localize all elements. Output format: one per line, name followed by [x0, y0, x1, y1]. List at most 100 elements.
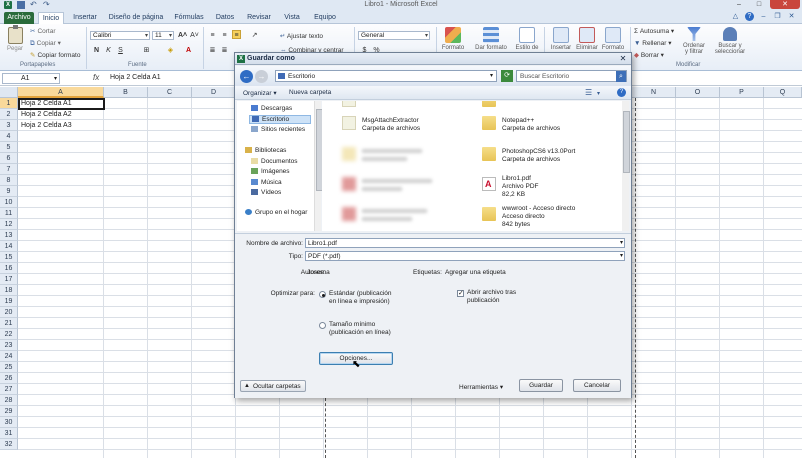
- copy-button[interactable]: ⧉ Copiar ▾: [30, 39, 61, 48]
- row-header-30[interactable]: 30: [0, 417, 18, 428]
- column-header-a[interactable]: A: [18, 87, 104, 98]
- nav-item-documents[interactable]: Documentos: [251, 158, 298, 165]
- row-header-26[interactable]: 26: [0, 373, 18, 384]
- italic-icon[interactable]: K: [104, 46, 113, 55]
- nav-item-downloads[interactable]: Descargas: [251, 105, 292, 112]
- align-middle-icon[interactable]: ≡: [220, 31, 229, 40]
- organize-button[interactable]: Organizar ▾: [243, 89, 277, 97]
- row-header-5[interactable]: 5: [0, 142, 18, 153]
- row-header-16[interactable]: 16: [0, 263, 18, 274]
- tab-equipo[interactable]: Equipo: [310, 12, 340, 24]
- row-header-4[interactable]: 4: [0, 131, 18, 142]
- nav-item-libraries[interactable]: Bibliotecas: [245, 147, 286, 154]
- column-header-c[interactable]: C: [148, 87, 192, 98]
- filename-input[interactable]: Libro1.pdf: [305, 238, 625, 248]
- close-icon[interactable]: ✕: [770, 0, 800, 9]
- file-item-photoshop[interactable]: PhotoshopCS6 v13.0Port Carpeta de archiv…: [502, 148, 575, 164]
- back-arrow-icon[interactable]: ←: [240, 70, 253, 83]
- find-select-button[interactable]: Buscar y seleccionar: [710, 27, 750, 55]
- row-header-20[interactable]: 20: [0, 307, 18, 318]
- new-folder-button[interactable]: Nueva carpeta: [289, 89, 331, 96]
- align-center-icon[interactable]: ≣: [220, 46, 229, 55]
- ribbon-minimize-icon[interactable]: △: [731, 12, 740, 21]
- name-box[interactable]: A1: [2, 73, 60, 84]
- tab-datos[interactable]: Datos: [212, 12, 238, 24]
- font-size-combo[interactable]: 11: [152, 31, 174, 40]
- column-header-q[interactable]: Q: [764, 87, 802, 98]
- cell-a3[interactable]: Hoja 2 Celda A3: [19, 120, 72, 131]
- row-header-2[interactable]: 2: [0, 109, 18, 120]
- format-painter-button[interactable]: ✎ Copiar formato: [30, 51, 80, 59]
- tab-insertar[interactable]: Insertar: [70, 12, 100, 24]
- align-top-icon[interactable]: ≡: [208, 31, 217, 40]
- row-header-24[interactable]: 24: [0, 351, 18, 362]
- tab-diseno-pagina[interactable]: Diseño de página: [106, 12, 166, 24]
- forward-arrow-icon[interactable]: →: [255, 70, 268, 83]
- underline-icon[interactable]: S: [116, 46, 125, 55]
- fill-color-icon[interactable]: ◈: [166, 46, 175, 55]
- align-left-icon[interactable]: ≣: [208, 46, 217, 55]
- workbook-minimize-icon[interactable]: –: [759, 12, 768, 21]
- nav-scrollbar[interactable]: [314, 101, 323, 231]
- format-as-table-button[interactable]: Dar formato: [474, 27, 508, 51]
- cell-a2[interactable]: Hoja 2 Celda A2: [19, 109, 72, 120]
- row-header-27[interactable]: 27: [0, 384, 18, 395]
- insert-cells-button[interactable]: Insertar: [548, 27, 574, 51]
- row-header-7[interactable]: 7: [0, 164, 18, 175]
- shrink-font-icon[interactable]: A˅: [190, 31, 199, 40]
- cell-styles-button[interactable]: Estilo de: [514, 27, 540, 51]
- file-item-notepad[interactable]: Notepad++ Carpeta de archivos: [502, 117, 560, 133]
- row-header-25[interactable]: 25: [0, 362, 18, 373]
- refresh-icon[interactable]: ⟳: [501, 70, 513, 82]
- row-header-22[interactable]: 22: [0, 329, 18, 340]
- nav-item-desktop[interactable]: Escritorio: [249, 115, 311, 124]
- tab-inicio[interactable]: Inicio: [38, 12, 64, 24]
- row-header-11[interactable]: 11: [0, 208, 18, 219]
- number-format-combo[interactable]: General: [358, 31, 430, 40]
- nav-item-images[interactable]: Imágenes: [251, 168, 290, 175]
- row-header-6[interactable]: 6: [0, 153, 18, 164]
- sort-filter-button[interactable]: Ordenar y filtrar: [678, 27, 710, 55]
- row-header-8[interactable]: 8: [0, 175, 18, 186]
- conditional-format-button[interactable]: Formato: [440, 27, 466, 51]
- row-header-29[interactable]: 29: [0, 406, 18, 417]
- help-icon[interactable]: ?: [745, 12, 754, 21]
- paste-button[interactable]: Pegar: [5, 25, 25, 59]
- file-item-wwwroot[interactable]: wwwroot - Acceso directo Acceso directo …: [502, 205, 575, 229]
- row-header-13[interactable]: 13: [0, 230, 18, 241]
- minimize-icon[interactable]: –: [730, 0, 748, 9]
- bold-icon[interactable]: N: [92, 46, 101, 55]
- fill-button[interactable]: ▼ Rellenar ▾: [634, 39, 672, 47]
- dialog-help-icon[interactable]: ?: [617, 88, 626, 97]
- clear-button[interactable]: ◆ Borrar ▾: [634, 51, 664, 59]
- font-name-combo[interactable]: Calibri: [90, 31, 150, 40]
- column-header-o[interactable]: O: [676, 87, 720, 98]
- open-after-publish-checkbox[interactable]: ✓: [457, 290, 464, 297]
- row-header-19[interactable]: 19: [0, 296, 18, 307]
- file-type-select[interactable]: PDF (*.pdf): [305, 251, 625, 261]
- column-header-d[interactable]: D: [192, 87, 236, 98]
- search-input[interactable]: Buscar Escritorio ⌕: [516, 70, 627, 82]
- cut-button[interactable]: ✂ Cortar: [30, 27, 56, 35]
- file-list-scrollbar[interactable]: [622, 101, 630, 231]
- column-header-n[interactable]: N: [632, 87, 676, 98]
- row-header-15[interactable]: 15: [0, 252, 18, 263]
- optimize-standard-radio[interactable]: [319, 291, 326, 298]
- nav-item-recent[interactable]: Sitios recientes: [251, 126, 305, 133]
- row-header-17[interactable]: 17: [0, 274, 18, 285]
- row-header-21[interactable]: 21: [0, 318, 18, 329]
- row-header-28[interactable]: 28: [0, 395, 18, 406]
- row-header-14[interactable]: 14: [0, 241, 18, 252]
- tab-archivo[interactable]: Archivo: [4, 12, 34, 24]
- borders-icon[interactable]: ⊞: [142, 46, 151, 55]
- tags-input[interactable]: Agregar una etiqueta: [445, 269, 506, 276]
- workbook-close-icon[interactable]: ✕: [787, 12, 796, 21]
- row-header-18[interactable]: 18: [0, 285, 18, 296]
- format-cells-button[interactable]: Formato: [600, 27, 626, 51]
- tab-vista[interactable]: Vista: [280, 12, 304, 24]
- row-header-31[interactable]: 31: [0, 428, 18, 439]
- workbook-restore-icon[interactable]: ❐: [773, 12, 782, 21]
- nav-item-music[interactable]: Música: [251, 179, 282, 186]
- row-header-3[interactable]: 3: [0, 120, 18, 131]
- wrap-text-button[interactable]: ↵ Ajustar texto: [280, 32, 323, 40]
